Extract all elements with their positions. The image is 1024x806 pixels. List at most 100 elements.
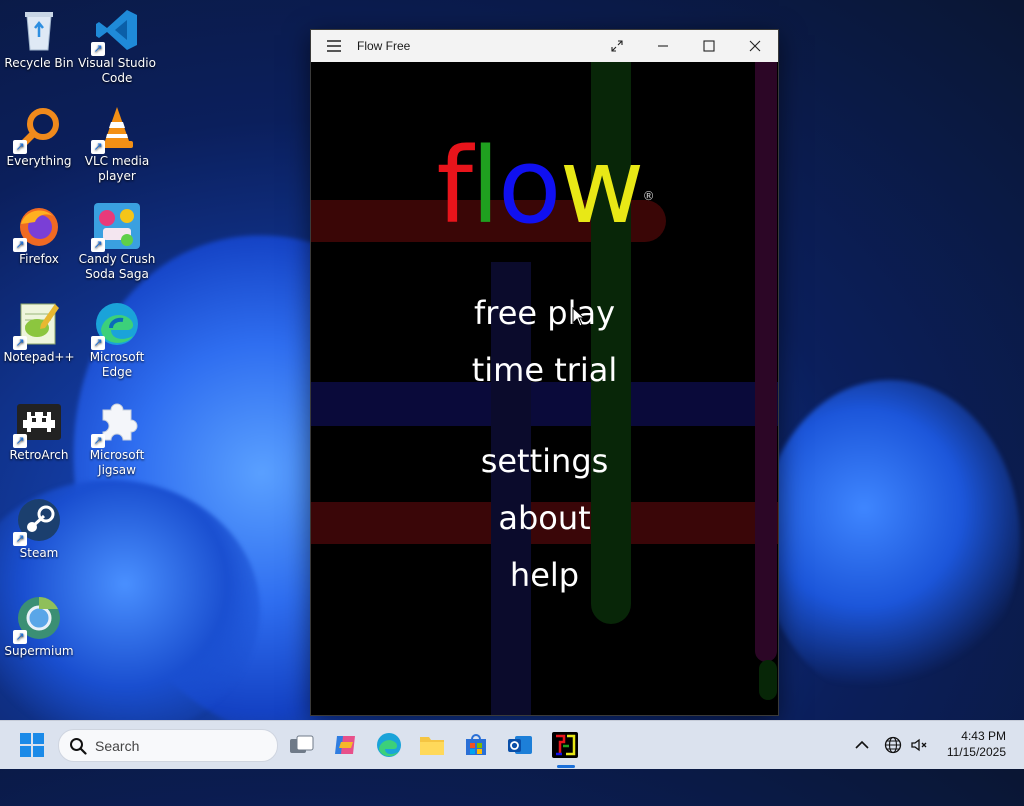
volume-button[interactable]	[903, 729, 935, 761]
shortcut-arrow-icon: ↗	[13, 630, 27, 644]
logo-letter-l: l	[471, 125, 500, 247]
firefox-icon: ↗	[13, 202, 63, 252]
flow-logo: flow®	[311, 126, 778, 246]
microsoft-store-button[interactable]	[460, 729, 492, 761]
desktop-icon-label: Steam	[19, 546, 59, 560]
taskbar-clock[interactable]: 4:43 PM 11/15/2025	[947, 728, 1006, 760]
expand-icon	[611, 40, 623, 52]
desktop-icon-label: Visual Studio Code	[78, 56, 156, 85]
start-button[interactable]	[16, 729, 48, 761]
steam-icon: ↗	[13, 496, 63, 546]
windows-logo-icon	[20, 733, 44, 757]
shortcut-arrow-icon: ↗	[13, 434, 27, 448]
desktop-icon-label: RetroArch	[9, 448, 69, 462]
desktop-icon-label: Firefox	[19, 252, 59, 266]
shortcut-arrow-icon: ↗	[91, 434, 105, 448]
taskbar-search-box[interactable]: Search	[58, 729, 278, 762]
desktop-icon-label: Microsoft Edge	[89, 350, 145, 379]
vscode-icon: ↗	[91, 6, 141, 56]
desktop-icon-steam[interactable]: ↗ Steam	[0, 496, 78, 561]
menu-help[interactable]: help	[311, 556, 778, 594]
menu-about[interactable]: about	[311, 499, 778, 537]
desktop-icon-supermium[interactable]: ↗ Supermium	[0, 594, 78, 659]
logo-letter-f: f	[436, 125, 473, 247]
desktop-icon-edge[interactable]: ↗ Microsoft Edge	[78, 300, 156, 380]
outlook-icon	[508, 736, 532, 754]
desktop-icon-label: Supermium	[4, 644, 74, 658]
close-button[interactable]	[732, 30, 778, 62]
background-pipe-green	[759, 660, 777, 700]
close-icon	[749, 40, 761, 52]
flow-free-window[interactable]: Flow Free flow® free play time trial set…	[310, 29, 779, 716]
maximize-button[interactable]	[686, 30, 732, 62]
globe-icon	[884, 736, 902, 754]
speaker-muted-icon	[911, 738, 927, 752]
magnifier-icon: ↗	[13, 104, 63, 154]
desktop-icon-retroarch[interactable]: ↗ RetroArch	[0, 398, 78, 463]
hamburger-menu-icon[interactable]	[311, 30, 357, 62]
chevron-up-icon	[855, 740, 869, 749]
edge-icon: ↗	[91, 300, 141, 350]
copilot-button[interactable]	[329, 729, 361, 761]
window-title: Flow Free	[357, 39, 411, 53]
logo-letter-o: o	[497, 125, 562, 247]
maximize-icon	[703, 40, 715, 52]
outlook-button[interactable]	[504, 729, 536, 761]
shortcut-arrow-icon: ↗	[91, 238, 105, 252]
traffic-cone-icon: ↗	[91, 104, 141, 154]
desktop-icon-vscode[interactable]: ↗ Visual Studio Code	[78, 6, 156, 86]
desktop-icon-notepadpp[interactable]: ↗ Notepad++	[0, 300, 78, 365]
search-placeholder: Search	[95, 737, 140, 754]
file-explorer-button[interactable]	[416, 729, 448, 761]
notepad-plus-plus-icon: ↗	[13, 300, 63, 350]
supermium-icon: ↗	[13, 594, 63, 644]
desktop-icon-label: Microsoft Jigsaw	[89, 448, 145, 477]
recycle-bin-icon	[15, 6, 63, 54]
minimize-icon	[658, 45, 668, 47]
shortcut-arrow-icon: ↗	[13, 532, 27, 546]
space-invader-icon: ↗	[13, 398, 63, 448]
desktop-icon-label: Candy Crush Soda Saga	[78, 252, 156, 281]
desktop-icon-everything[interactable]: ↗ Everything	[0, 104, 78, 169]
menu-time-trial[interactable]: time trial	[311, 351, 778, 389]
shortcut-arrow-icon: ↗	[13, 238, 27, 252]
wallpaper-bloom	[760, 380, 1020, 700]
registered-mark: ®	[642, 189, 655, 203]
task-view-button[interactable]	[286, 729, 318, 761]
logo-letter-w: w	[559, 125, 645, 247]
candy-crush-icon: ↗	[91, 202, 141, 252]
shortcut-arrow-icon: ↗	[91, 42, 105, 56]
menu-settings[interactable]: settings	[311, 442, 778, 480]
shortcut-arrow-icon: ↗	[91, 140, 105, 154]
shortcut-arrow-icon: ↗	[13, 336, 27, 350]
desktop-icon-firefox[interactable]: ↗ Firefox	[0, 202, 78, 267]
app-content: flow® free play time trial settings abou…	[311, 62, 778, 715]
fullscreen-button[interactable]	[594, 30, 640, 62]
store-icon	[466, 734, 486, 755]
flow-free-taskbar-button[interactable]	[549, 729, 581, 761]
edge-taskbar-button[interactable]	[373, 729, 405, 761]
clock-date: 11/15/2025	[946, 745, 1006, 759]
menu-free-play[interactable]: free play	[311, 294, 778, 332]
flow-free-icon	[552, 732, 578, 758]
desktop-icon-label: Notepad++	[3, 350, 75, 364]
shortcut-arrow-icon: ↗	[91, 336, 105, 350]
task-view-icon	[290, 735, 314, 753]
desktop-icon-jigsaw[interactable]: ↗ Microsoft Jigsaw	[78, 398, 156, 478]
puzzle-piece-icon: ↗	[91, 398, 141, 448]
desktop-icon-candy-crush[interactable]: ↗ Candy Crush Soda Saga	[78, 202, 156, 282]
desktop-icon-vlc[interactable]: ↗ VLC media player	[78, 104, 156, 184]
desktop-icon-recycle-bin[interactable]: Recycle Bin	[0, 6, 78, 71]
copilot-icon	[335, 736, 355, 754]
edge-icon	[377, 733, 401, 757]
desktop-icon-label: Recycle Bin	[4, 56, 74, 70]
clock-time: 4:43 PM	[961, 729, 1006, 743]
minimize-button[interactable]	[640, 30, 686, 62]
window-titlebar[interactable]: Flow Free	[311, 30, 778, 62]
show-hidden-icons-button[interactable]	[846, 729, 878, 761]
taskbar: Search 4:43 PM 11/15/2025	[0, 720, 1024, 769]
search-icon	[70, 737, 87, 755]
shortcut-arrow-icon: ↗	[13, 140, 27, 154]
desktop-icon-label: Everything	[6, 154, 72, 168]
mouse-cursor-icon	[572, 307, 586, 327]
